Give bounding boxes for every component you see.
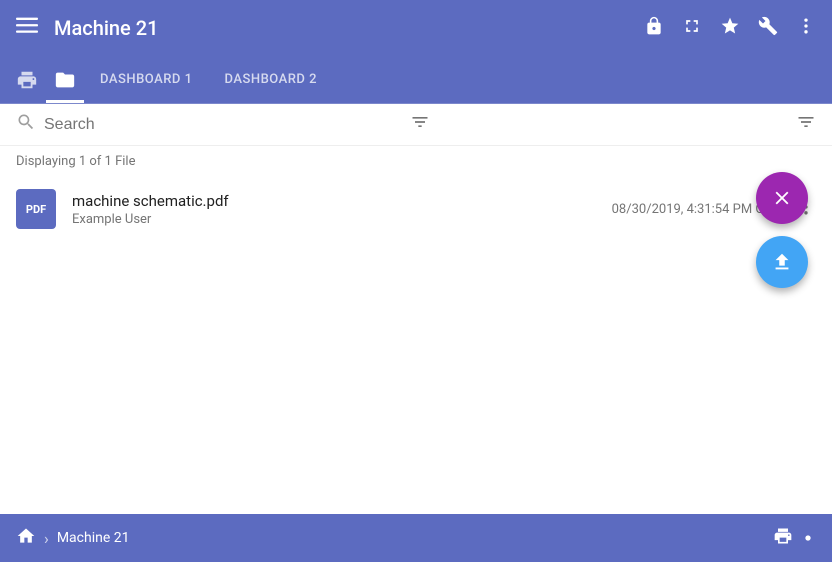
- header-actions: [644, 16, 816, 41]
- lock-icon[interactable]: [644, 16, 664, 41]
- tab-dashboard2[interactable]: DASHBOARD 2: [209, 56, 334, 103]
- search-row: [0, 104, 832, 146]
- breadcrumb-chevron-icon: ›: [44, 529, 49, 548]
- breadcrumb-current: Machine 21: [57, 530, 773, 546]
- tab-bar: DASHBOARD 1 DASHBOARD 2: [0, 56, 832, 104]
- tab-print[interactable]: [8, 56, 46, 103]
- search-icon: [16, 112, 36, 137]
- star-icon[interactable]: [720, 16, 740, 41]
- pdf-icon: PDF: [16, 189, 56, 229]
- file-name: machine schematic.pdf: [72, 192, 612, 210]
- breadcrumb-action-icon[interactable]: [773, 526, 816, 551]
- filter-icon-left[interactable]: [410, 112, 430, 137]
- file-date: 08/30/2019, 4:31:54 PM CDT: [612, 202, 780, 217]
- status-text: Displaying 1 of 1 File: [0, 146, 832, 181]
- fab-close-button[interactable]: [756, 172, 808, 224]
- more-icon[interactable]: [796, 16, 816, 41]
- breadcrumb-bar: › Machine 21: [0, 514, 832, 562]
- search-input[interactable]: [44, 116, 410, 134]
- breadcrumb-home-icon[interactable]: [16, 526, 36, 551]
- file-user: Example User: [72, 212, 612, 227]
- fullscreen-icon[interactable]: [682, 16, 702, 41]
- tab-dashboard1[interactable]: DASHBOARD 1: [84, 56, 209, 103]
- top-bar: Machine 21: [0, 0, 832, 56]
- menu-icon[interactable]: [16, 14, 38, 42]
- file-info: machine schematic.pdf Example User: [72, 192, 612, 227]
- content-area: Displaying 1 of 1 File PDF machine schem…: [0, 104, 832, 514]
- table-row[interactable]: PDF machine schematic.pdf Example User 0…: [0, 181, 832, 237]
- page-title: Machine 21: [54, 16, 644, 40]
- filter-icon-right[interactable]: [796, 112, 816, 137]
- wrench-icon[interactable]: [758, 16, 778, 41]
- tab-folder[interactable]: [46, 56, 84, 103]
- fab-upload-button[interactable]: [756, 236, 808, 288]
